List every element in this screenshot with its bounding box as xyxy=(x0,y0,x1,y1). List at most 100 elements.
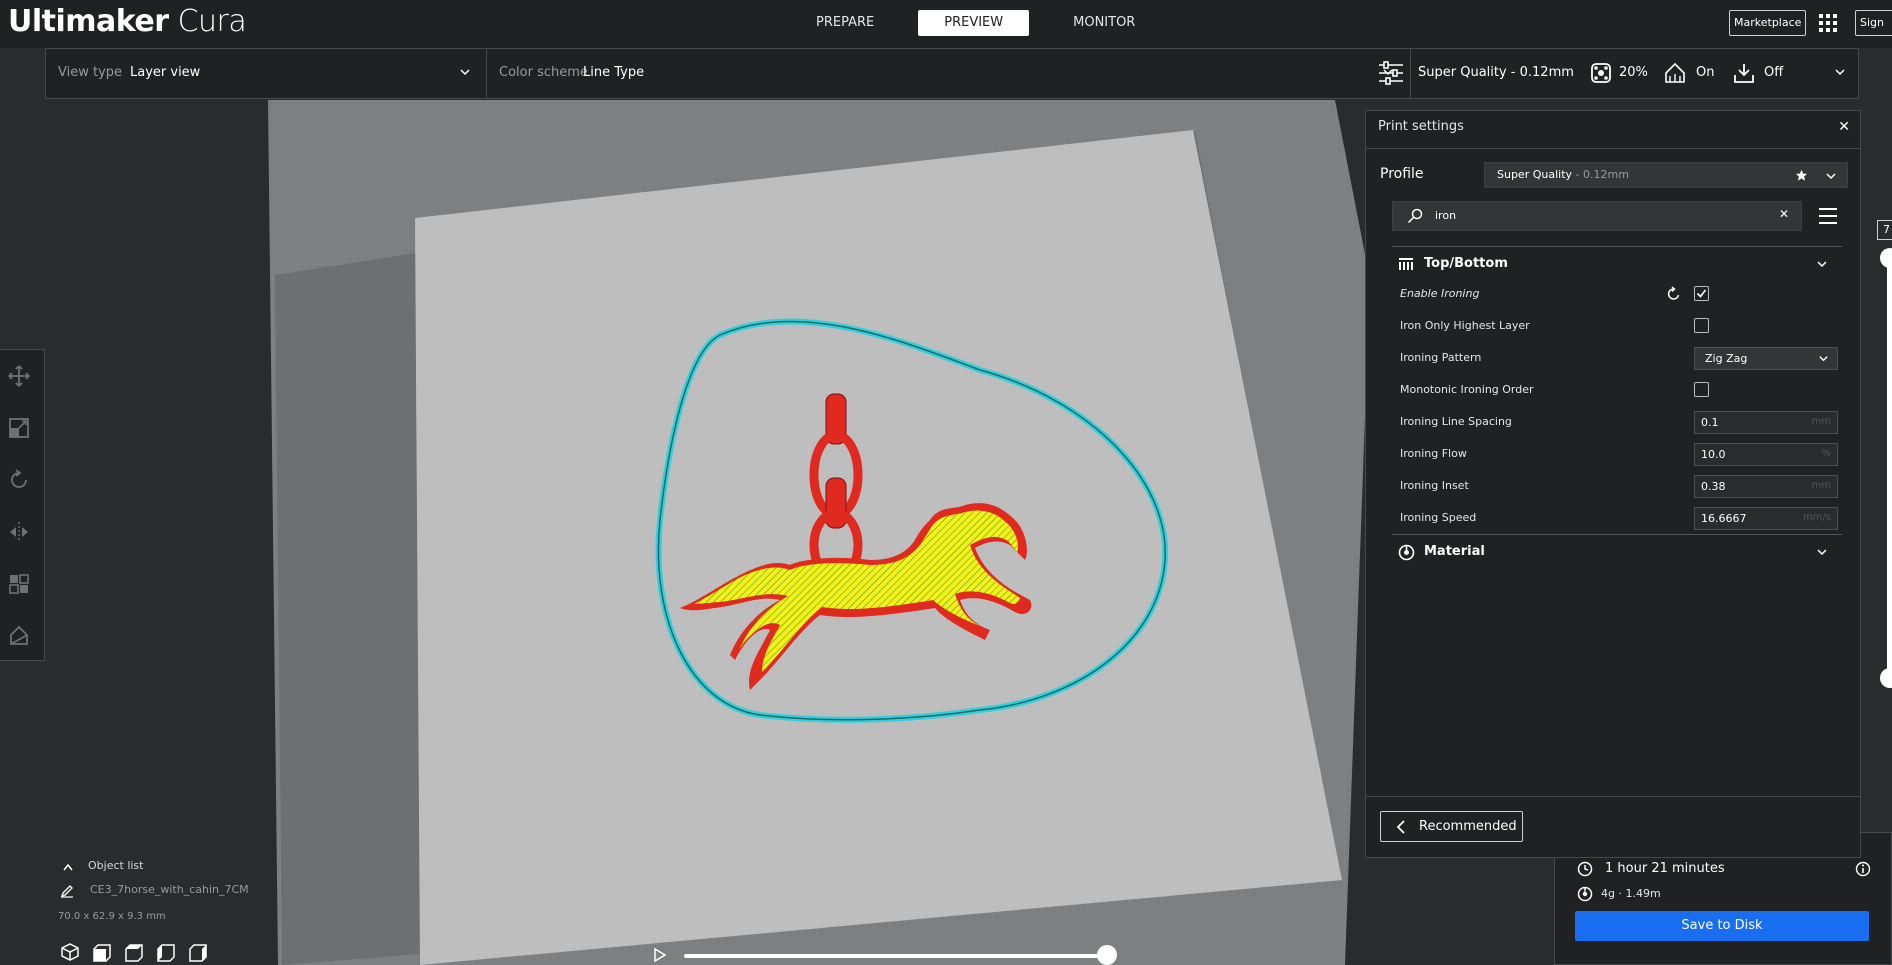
setting-row-iron-only-highest-layer: Iron Only Highest Layer xyxy=(1400,313,1840,341)
mirror-tool-icon[interactable] xyxy=(8,521,30,543)
setting-label: Monotonic Ironing Order xyxy=(1400,383,1534,396)
ironing-line-spacing-input[interactable]: 0.1 mm xyxy=(1694,411,1838,434)
ironing-pattern-select[interactable]: Zig Zag xyxy=(1694,347,1838,370)
chevron-up-icon[interactable] xyxy=(62,862,74,872)
chevron-down-icon xyxy=(1819,356,1828,362)
field-unit: mm/s xyxy=(1802,512,1831,523)
divider xyxy=(1366,148,1860,149)
adhesion-value: Off xyxy=(1764,65,1784,80)
ironing-flow-input[interactable]: 10.0 % xyxy=(1694,443,1838,466)
save-label: Save to Disk xyxy=(1681,918,1763,933)
3d-view-icon[interactable] xyxy=(60,942,80,962)
save-to-disk-button[interactable]: Save to Disk xyxy=(1575,911,1869,941)
move-tool-icon[interactable] xyxy=(8,365,30,387)
rotate-tool-icon[interactable] xyxy=(8,469,30,491)
divider xyxy=(1392,246,1842,247)
infill-value: 20% xyxy=(1619,65,1648,80)
scale-tool-icon[interactable] xyxy=(8,417,30,439)
chevron-down-icon xyxy=(1817,549,1827,556)
adhesion-icon xyxy=(1734,64,1754,83)
field-unit: % xyxy=(1821,448,1831,459)
material-usage: 4g · 1.49m xyxy=(1601,887,1661,900)
setting-label: Ironing Line Spacing xyxy=(1400,415,1512,428)
profile-dropdown[interactable]: Super Quality - 0.12mm xyxy=(1484,162,1848,188)
profile-summary: Super Quality - 0.12mm xyxy=(1418,65,1574,80)
color-scheme-dropdown[interactable]: Color scheme Line Type xyxy=(487,49,1411,98)
material-category-icon xyxy=(1398,544,1415,561)
setting-label: Ironing Speed xyxy=(1400,511,1477,524)
front-view-icon[interactable] xyxy=(92,942,112,962)
info-icon[interactable] xyxy=(1855,861,1871,877)
color-scheme-label: Color scheme xyxy=(499,65,588,80)
tab-prepare[interactable]: PREPARE xyxy=(790,10,900,36)
per-model-settings-icon[interactable] xyxy=(8,573,30,595)
settings-visibility-menu-icon[interactable] xyxy=(1818,207,1838,225)
category-material[interactable]: Material xyxy=(1392,537,1842,567)
support-icon xyxy=(1665,62,1685,83)
setting-row-ironing-flow: Ironing Flow 10.0 % xyxy=(1400,441,1840,469)
layer-slider-track[interactable] xyxy=(1887,260,1892,680)
setting-label: Iron Only Highest Layer xyxy=(1400,319,1530,332)
clear-search-icon[interactable]: ✕ xyxy=(1779,207,1789,221)
category-label: Top/Bottom xyxy=(1424,256,1508,271)
apps-grid-icon[interactable] xyxy=(1818,13,1838,33)
view-type-dropdown[interactable]: View type Layer view xyxy=(46,49,487,98)
print-settings-title: Print settings xyxy=(1378,119,1464,134)
spool-icon xyxy=(1577,886,1593,902)
divider xyxy=(1392,534,1842,535)
support-blocker-icon[interactable] xyxy=(8,625,30,647)
top-view-icon[interactable] xyxy=(124,942,144,962)
pencil-icon[interactable] xyxy=(60,884,74,898)
setting-row-ironing-pattern: Ironing Pattern Zig Zag xyxy=(1400,345,1840,373)
recommended-label: Recommended xyxy=(1419,819,1517,834)
profile-name: Super Quality - 0.12mm xyxy=(1497,168,1629,181)
settings-search-input[interactable]: iron ✕ xyxy=(1392,201,1802,231)
chevron-down-icon xyxy=(1817,261,1827,268)
left-view-icon[interactable] xyxy=(156,942,176,962)
category-label: Material xyxy=(1424,544,1485,559)
print-time: 1 hour 21 minutes xyxy=(1605,861,1725,876)
marketplace-button[interactable]: Marketplace xyxy=(1729,10,1807,36)
monotonic-ironing-order-checkbox[interactable] xyxy=(1694,382,1709,397)
sign-in-button[interactable]: Sign in xyxy=(1855,10,1892,36)
view-type-value: Layer view xyxy=(130,65,201,80)
top-bottom-category-icon xyxy=(1399,258,1413,270)
chevron-down-icon xyxy=(1835,69,1845,76)
play-icon[interactable] xyxy=(652,947,668,963)
path-slider-handle[interactable] xyxy=(1097,945,1117,965)
setting-row-enable-ironing: Enable Ironing xyxy=(1400,281,1840,309)
setting-row-monotonic-ironing-order: Monotonic Ironing Order xyxy=(1400,377,1840,405)
print-setup-selector[interactable]: Super Quality - 0.12mm 20% On Off xyxy=(1366,49,1858,98)
tab-preview[interactable]: PREVIEW xyxy=(918,10,1030,36)
ironing-speed-input[interactable]: 16.6667 mm/s xyxy=(1694,507,1838,530)
checkmark-icon xyxy=(1696,289,1707,298)
right-view-icon[interactable] xyxy=(188,942,208,962)
ironing-inset-input[interactable]: 0.38 mm xyxy=(1694,475,1838,498)
clock-icon xyxy=(1577,861,1593,877)
path-slider-track[interactable] xyxy=(684,954,1107,958)
search-value: iron xyxy=(1435,209,1457,222)
setting-row-ironing-speed: Ironing Speed 16.6667 mm/s xyxy=(1400,505,1840,533)
iron-only-highest-layer-checkbox[interactable] xyxy=(1694,318,1709,333)
star-icon[interactable] xyxy=(1795,169,1808,182)
view-toolbar: View type Layer view Color scheme Line T… xyxy=(45,48,1859,99)
field-value: 0.1 xyxy=(1701,416,1719,429)
setting-label: Enable Ironing xyxy=(1400,287,1480,300)
setting-row-ironing-line-spacing: Ironing Line Spacing 0.1 mm xyxy=(1400,409,1840,437)
close-icon[interactable]: ✕ xyxy=(1838,119,1850,135)
setting-label: Ironing Inset xyxy=(1400,479,1469,492)
recommended-button[interactable]: Recommended xyxy=(1380,811,1523,842)
view-type-label: View type xyxy=(58,65,123,80)
select-value: Zig Zag xyxy=(1705,352,1748,365)
object-list-toggle[interactable]: Object list xyxy=(88,859,143,872)
tab-monitor[interactable]: MONITOR xyxy=(1047,10,1161,36)
reset-icon[interactable] xyxy=(1666,286,1682,302)
enable-ironing-checkbox[interactable] xyxy=(1694,286,1709,301)
support-value: On xyxy=(1696,65,1715,80)
app-logo: Ultimaker Cura xyxy=(8,4,247,39)
print-settings-panel: Print settings ✕ Profile Super Quality -… xyxy=(1365,110,1861,858)
color-scheme-value: Line Type xyxy=(583,65,645,80)
layer-number-input[interactable]: 7 xyxy=(1877,220,1892,240)
profile-label: Profile xyxy=(1380,166,1424,182)
category-top-bottom[interactable]: Top/Bottom xyxy=(1392,249,1842,279)
